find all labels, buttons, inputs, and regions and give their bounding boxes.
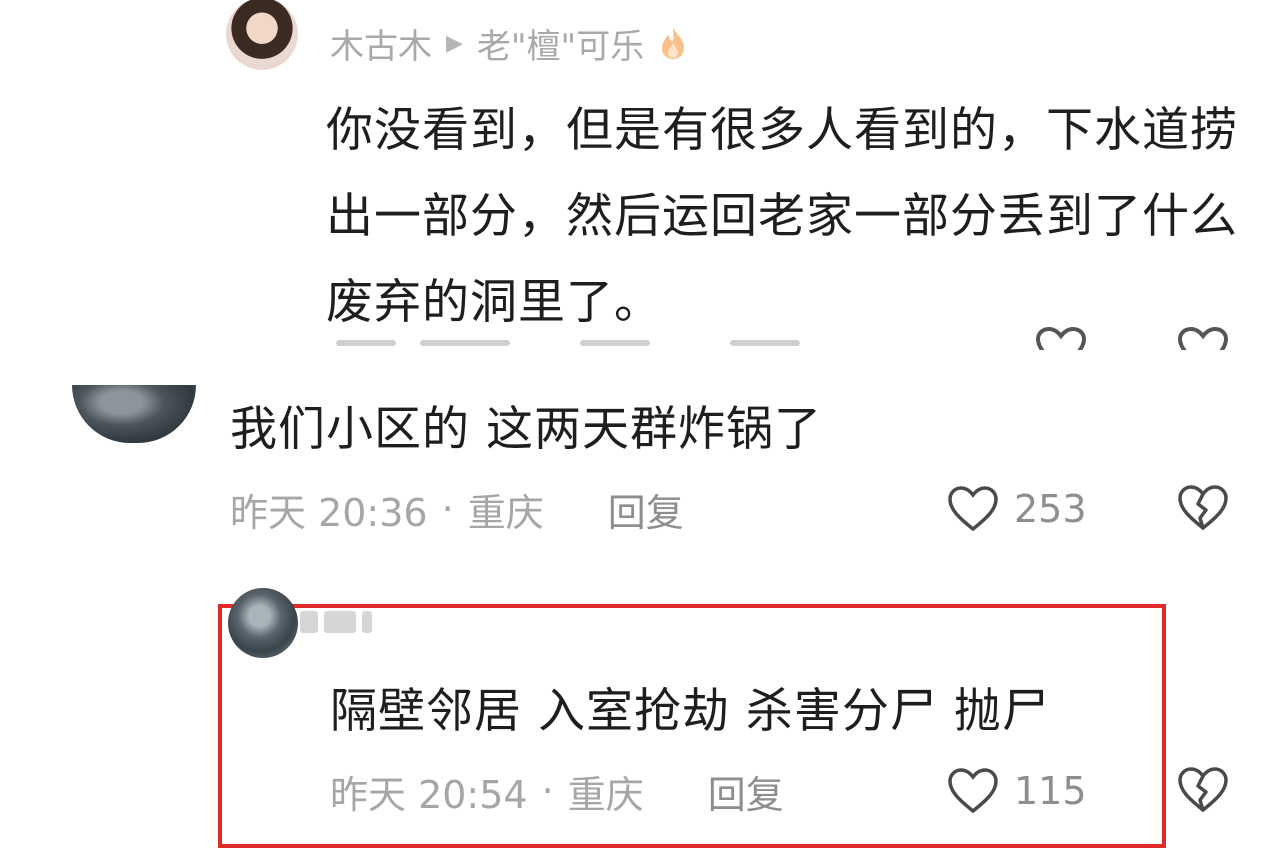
separator: · — [541, 769, 554, 813]
fire-icon — [658, 25, 688, 61]
comment-meta: 昨天 20:54 · 重庆 回复 — [330, 764, 784, 819]
separator: · — [441, 487, 454, 531]
comment-text: 你没看到，但是有很多人看到的，下水道捞出一部分，然后运回老家一部分丢到了什么废弃… — [326, 103, 1238, 330]
comment-time: 昨天 20:36 — [230, 490, 428, 535]
like-button[interactable]: 253 — [946, 484, 1087, 534]
comment-text: 我们小区的 这两天群炸锅了 — [230, 402, 822, 457]
avatar[interactable] — [228, 588, 298, 658]
reply-button[interactable]: 回复 — [708, 764, 784, 819]
comment-text: 隔壁邻居 入室抢劫 杀害分尸 抛尸 — [330, 684, 1050, 739]
broken-heart-icon[interactable] — [1176, 326, 1230, 350]
username-blurred[interactable] — [300, 604, 400, 640]
comment-time: 昨天 20:54 — [330, 772, 528, 817]
like-button[interactable]: 115 — [946, 766, 1087, 816]
comment-thread: 木古木 ▶ 老"檀"可乐 你没看到，但是有很多人看到的，下水道捞出一部分，然后运… — [0, 0, 1280, 854]
broken-heart-icon — [1178, 767, 1228, 813]
play-icon: ▶ — [446, 30, 463, 56]
like-count: 253 — [1014, 487, 1087, 531]
dislike-button[interactable] — [1176, 484, 1230, 532]
comment-meta: 昨天 20:36 · 重庆 回复 — [230, 482, 684, 537]
reply-to-username[interactable]: 老"檀"可乐 — [477, 19, 644, 68]
heart-outline-icon — [948, 486, 998, 532]
username[interactable]: 木古木 — [330, 19, 432, 68]
avatar[interactable] — [72, 385, 196, 443]
comment-location: 重庆 — [467, 490, 544, 535]
comment-location: 重庆 — [567, 772, 644, 817]
avatar[interactable] — [226, 0, 298, 70]
heart-outline-icon — [948, 768, 998, 814]
heart-outline-icon[interactable] — [1034, 326, 1088, 350]
comment-header: 木古木 ▶ 老"檀"可乐 — [330, 18, 688, 68]
reply-button[interactable]: 回复 — [608, 482, 684, 537]
dislike-button[interactable] — [1176, 766, 1230, 814]
broken-heart-icon — [1178, 485, 1228, 531]
comment-meta-cut — [330, 338, 1260, 348]
like-count: 115 — [1014, 769, 1087, 813]
